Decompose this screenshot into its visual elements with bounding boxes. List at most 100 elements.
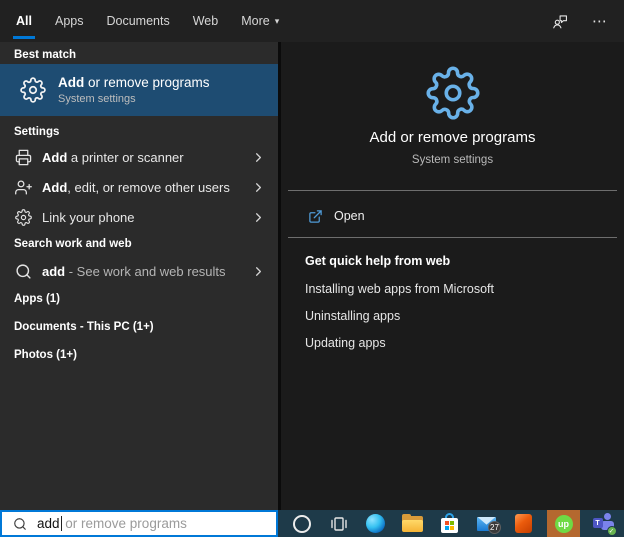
tab-more-label: More bbox=[241, 14, 270, 28]
folder-glyph bbox=[402, 513, 423, 532]
filter-tabs: All Apps Documents Web More ▾ bbox=[0, 0, 279, 42]
result-label: add - See work and web results bbox=[42, 264, 226, 279]
tab-all[interactable]: All bbox=[13, 0, 35, 42]
task-view-icon[interactable] bbox=[325, 510, 352, 537]
chevron-right-icon[interactable] bbox=[251, 210, 266, 225]
printer-icon bbox=[15, 149, 32, 165]
chevron-right-icon[interactable] bbox=[251, 180, 266, 195]
help-link-updating[interactable]: Updating apps bbox=[305, 336, 386, 350]
tab-more[interactable]: More ▾ bbox=[241, 0, 279, 42]
result-label: Add a printer or scanner bbox=[42, 150, 184, 165]
tab-documents[interactable]: Documents bbox=[106, 0, 169, 42]
best-match-title-bold: Add bbox=[58, 75, 85, 90]
logo-blue bbox=[445, 526, 449, 530]
preview-panel: Add or remove programs System settings O… bbox=[281, 42, 624, 510]
store-bag bbox=[441, 518, 458, 533]
category-documents[interactable]: Documents - This PC (1+) bbox=[14, 321, 154, 333]
chevron-down-icon: ▾ bbox=[274, 15, 280, 26]
best-match-text: Add or remove programs System settings bbox=[58, 75, 210, 105]
gear-icon bbox=[15, 208, 32, 226]
status-check-icon: ✓ bbox=[606, 526, 617, 536]
result-label: Add, edit, or remove other users bbox=[42, 180, 230, 195]
more-options-icon[interactable]: ⋯ bbox=[592, 12, 608, 30]
folder-front bbox=[402, 519, 423, 532]
task-view-glyph bbox=[330, 516, 347, 531]
tab-web[interactable]: Web bbox=[193, 0, 218, 42]
search-web-header: Search work and web bbox=[14, 238, 132, 250]
search-filter-bar: All Apps Documents Web More ▾ ⋯ bbox=[0, 0, 624, 42]
result-label-bold: Add bbox=[42, 149, 68, 165]
results-panel: Best match Add or remove programs System… bbox=[0, 42, 278, 510]
file-explorer-icon[interactable] bbox=[399, 510, 426, 537]
feedback-icon[interactable] bbox=[551, 12, 570, 31]
logo-yellow bbox=[450, 526, 454, 530]
start-search-flyout: All Apps Documents Web More ▾ ⋯ Best mat… bbox=[0, 0, 624, 537]
active-tab-underline bbox=[13, 36, 35, 39]
mail-badge: 27 bbox=[488, 520, 501, 534]
help-link-uninstalling[interactable]: Uninstalling apps bbox=[305, 309, 400, 323]
quick-help-header: Get quick help from web bbox=[305, 254, 451, 268]
office-logo bbox=[515, 514, 532, 533]
mail-icon[interactable]: 27 bbox=[473, 510, 501, 537]
settings-result-users[interactable]: Add, edit, or remove other users bbox=[0, 172, 278, 202]
cortana-circle bbox=[292, 514, 311, 533]
result-label: Link your phone bbox=[42, 210, 135, 225]
teams-person-head bbox=[603, 513, 611, 520]
best-match-title-rest: or remove programs bbox=[84, 75, 210, 90]
web-search-result[interactable]: add - See work and web results bbox=[0, 256, 278, 286]
edge-icon[interactable] bbox=[362, 510, 389, 537]
settings-result-printer[interactable]: Add a printer or scanner bbox=[0, 142, 278, 172]
upwork-logo: up bbox=[554, 514, 573, 533]
open-external-icon bbox=[309, 209, 322, 223]
tab-apps[interactable]: Apps bbox=[55, 0, 84, 42]
mail-envelope: 27 bbox=[477, 516, 501, 534]
settings-result-link-phone[interactable]: Link your phone bbox=[0, 202, 278, 232]
gear-icon bbox=[425, 66, 480, 120]
tab-web-label: Web bbox=[192, 14, 219, 28]
search-icon bbox=[16, 263, 31, 279]
gear-icon bbox=[20, 77, 46, 103]
chevron-right-icon[interactable] bbox=[251, 150, 266, 165]
result-label-rest: a printer or scanner bbox=[67, 149, 184, 165]
windows-logo-grid bbox=[445, 521, 454, 530]
divider bbox=[288, 237, 617, 238]
help-link-installing[interactable]: Installing web apps from Microsoft bbox=[305, 282, 494, 296]
taskbar: 27 up T ✓ bbox=[278, 510, 624, 537]
tab-documents-label: Documents bbox=[106, 14, 170, 28]
open-action[interactable]: Open bbox=[281, 201, 624, 231]
search-typed-text: add bbox=[37, 516, 60, 531]
tab-all-label: All bbox=[16, 14, 32, 28]
store-glyph bbox=[440, 513, 459, 534]
add-user-icon bbox=[15, 179, 32, 195]
category-apps[interactable]: Apps (1) bbox=[14, 293, 60, 305]
upwork-icon[interactable]: up bbox=[547, 510, 580, 537]
result-label-bold: Add bbox=[42, 179, 68, 195]
best-match-subtitle: System settings bbox=[58, 93, 136, 105]
best-match-header: Best match bbox=[14, 49, 76, 61]
best-match-result[interactable]: Add or remove programs System settings bbox=[0, 64, 278, 116]
office-icon[interactable] bbox=[510, 510, 537, 537]
teams-letter: T bbox=[592, 518, 603, 528]
search-input[interactable]: add or remove programs bbox=[0, 510, 278, 537]
topbar-actions: ⋯ bbox=[551, 0, 624, 42]
result-label-bold: add bbox=[42, 263, 66, 279]
cortana-icon[interactable] bbox=[288, 510, 315, 537]
result-label-rest: Link your phone bbox=[42, 209, 135, 225]
category-photos[interactable]: Photos (1+) bbox=[14, 349, 77, 361]
open-label: Open bbox=[334, 209, 365, 223]
teams-icon[interactable]: T ✓ bbox=[590, 510, 617, 537]
teams-logo: T ✓ bbox=[592, 513, 617, 536]
preview-title: Add or remove programs bbox=[369, 129, 536, 146]
logo-red bbox=[445, 521, 449, 525]
logo-green bbox=[450, 521, 454, 525]
chevron-right-icon[interactable] bbox=[251, 264, 266, 279]
best-match-title: Add or remove programs bbox=[58, 75, 210, 90]
result-label-rest: - See work and web results bbox=[65, 263, 226, 279]
preview-subtitle: System settings bbox=[411, 154, 494, 166]
store-icon[interactable] bbox=[436, 510, 463, 537]
edge-logo bbox=[366, 514, 385, 533]
search-icon bbox=[14, 517, 26, 530]
tab-apps-label: Apps bbox=[54, 14, 84, 28]
search-suggestion-text: or remove programs bbox=[61, 516, 187, 531]
divider bbox=[288, 190, 617, 191]
